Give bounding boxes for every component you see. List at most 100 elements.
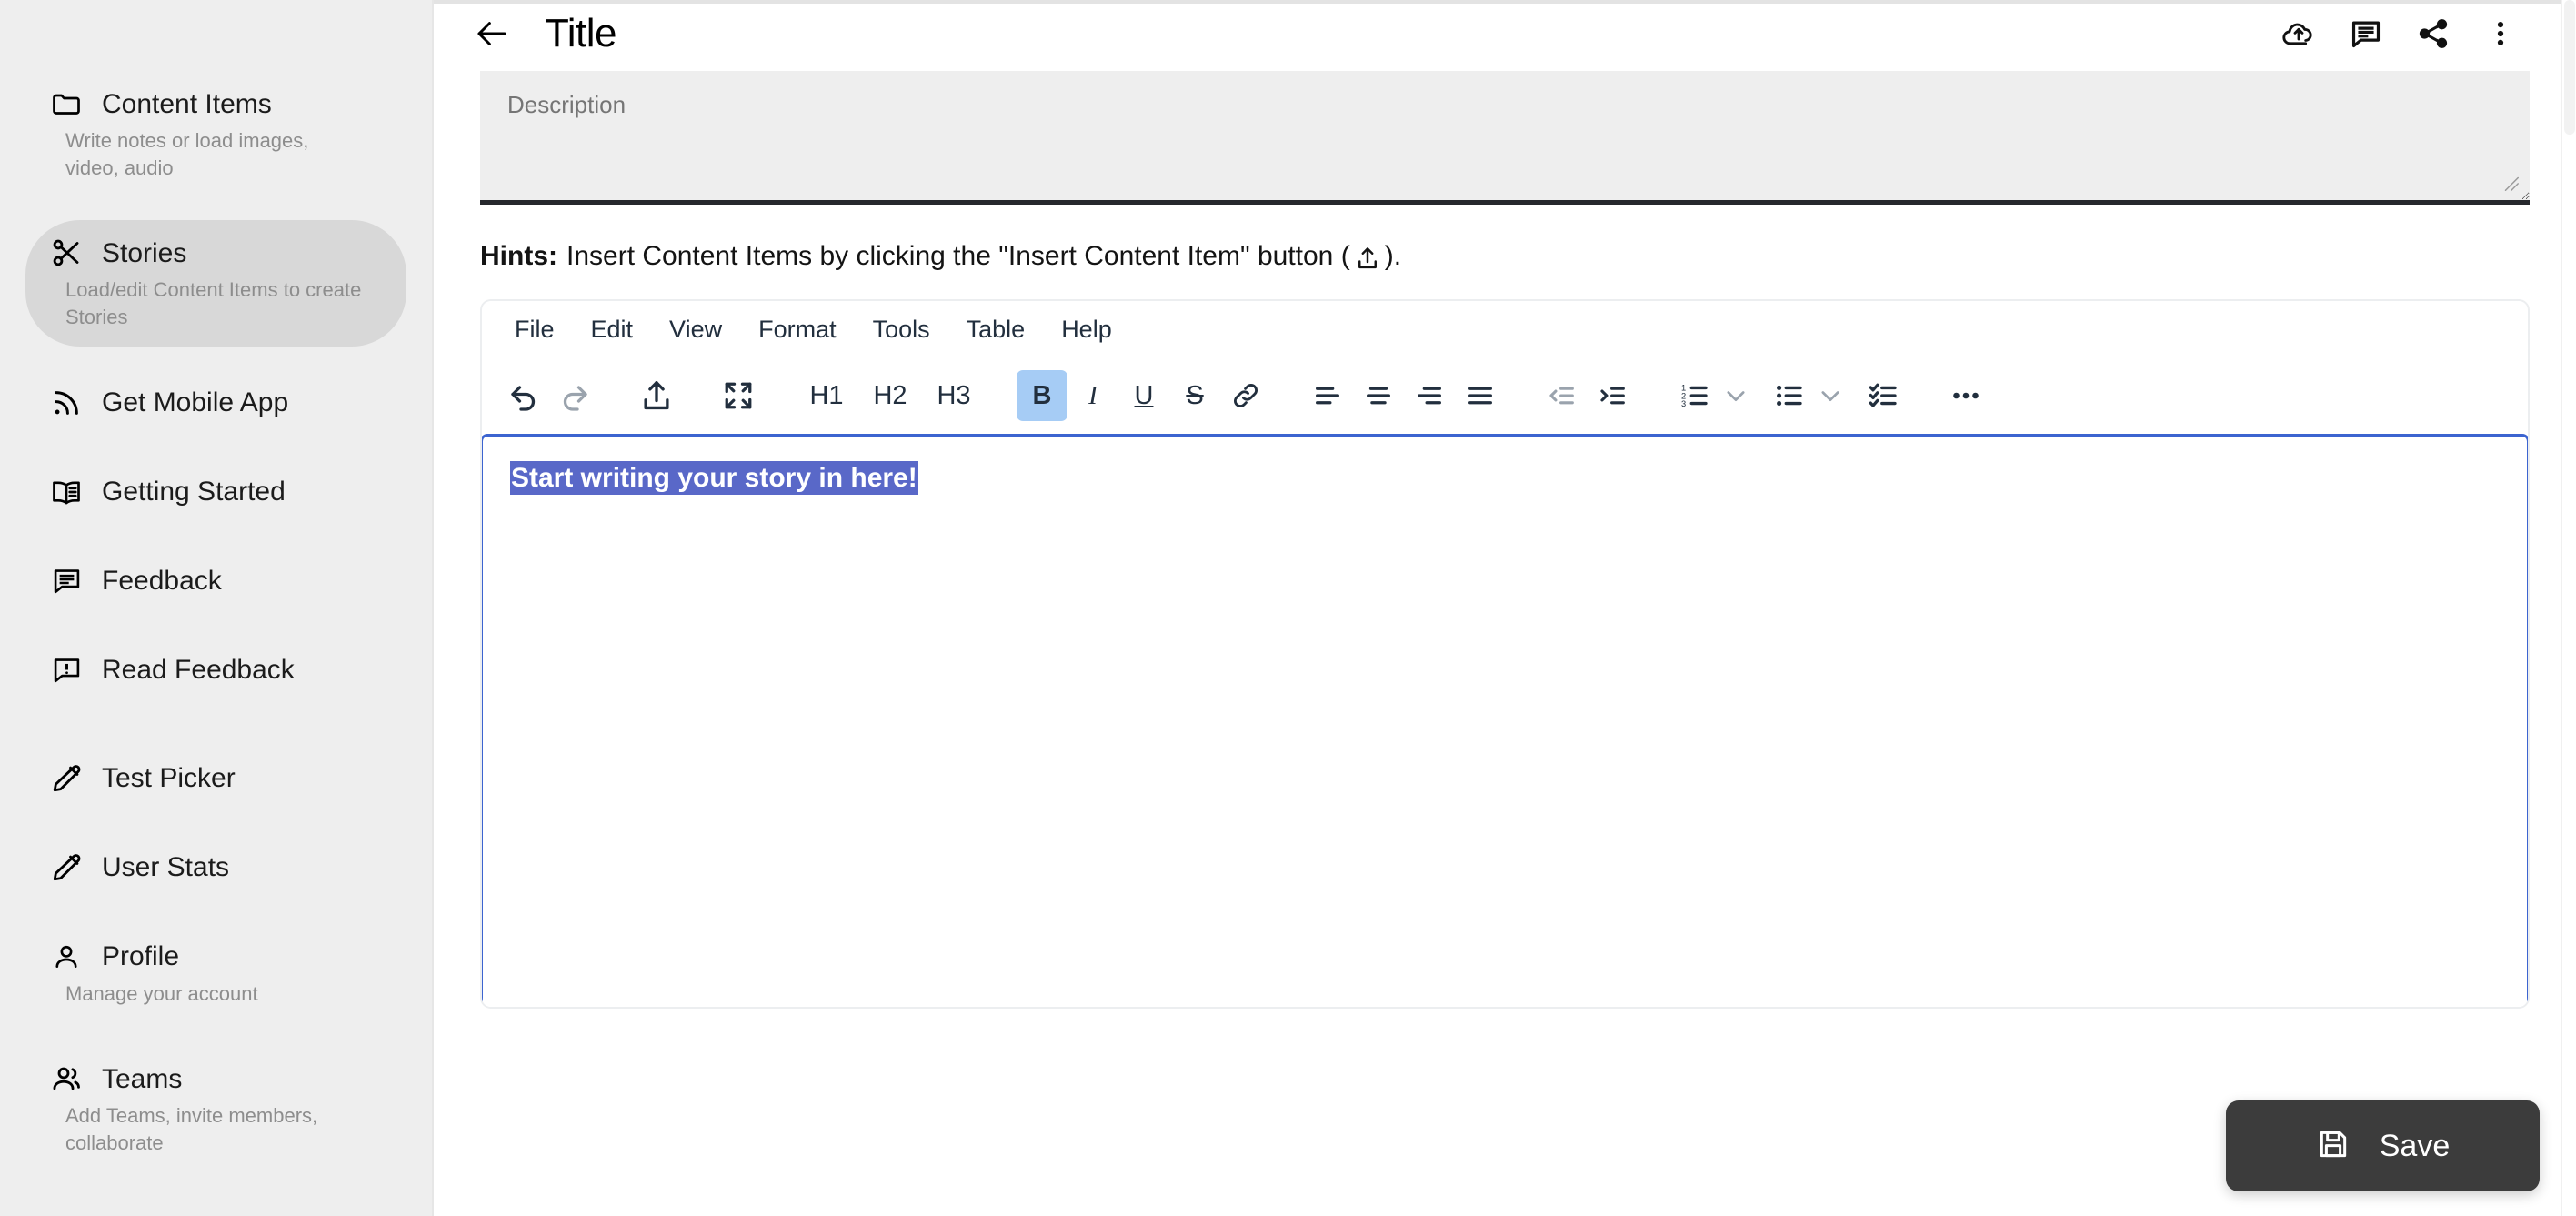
checklist-icon[interactable] [1859, 370, 1909, 421]
italic-button[interactable]: I [1067, 370, 1118, 421]
heading-3-button[interactable]: H3 [922, 370, 986, 421]
sidebar-item-header: Subscription [49, 1211, 383, 1216]
selected-text: Start writing your story in here! [510, 461, 918, 495]
menu-tools[interactable]: Tools [858, 310, 945, 349]
menu-table[interactable]: Table [952, 310, 1040, 349]
sidebar-item-sublabel: Write notes or load images, video, audio [65, 129, 309, 179]
sidebar-item-get-mobile-app[interactable]: Get Mobile App [25, 370, 406, 436]
align-left-icon[interactable] [1302, 370, 1353, 421]
description-input[interactable] [480, 71, 2530, 205]
underline-button[interactable]: U [1118, 370, 1169, 421]
undo-icon[interactable] [498, 370, 549, 421]
sidebar-item-subscription[interactable]: Subscription Choose the best plan for yo… [25, 1196, 406, 1216]
chevron-down-icon[interactable] [1815, 370, 1846, 421]
folder-icon [49, 86, 84, 121]
description-section [434, 66, 2576, 205]
sidebar-item-label: Content Items [102, 88, 272, 119]
hints-text-before: Insert Content Items by clicking the "In… [566, 241, 1350, 271]
align-justify-icon[interactable] [1455, 370, 1506, 421]
sidebar-item-header: Profile [49, 940, 383, 974]
numbered-list-icon[interactable]: 123 [1669, 370, 1720, 421]
heading-1-button[interactable]: H1 [795, 370, 858, 421]
editor-content-area[interactable]: Start writing your story in here! [482, 434, 2528, 1007]
sidebar-item-label: Feedback [102, 566, 222, 597]
strikethrough-label: S [1186, 380, 1204, 410]
outdent-icon[interactable] [1537, 370, 1588, 421]
indent-icon[interactable] [1588, 370, 1639, 421]
align-center-icon[interactable] [1353, 370, 1404, 421]
alert-comment-icon [49, 653, 84, 688]
floppy-disk-icon [2316, 1127, 2350, 1166]
save-label: Save [2379, 1129, 2451, 1163]
share-icon[interactable] [2412, 13, 2454, 55]
sidebar-item-header: Getting Started [49, 475, 383, 509]
vertical-scrollbar[interactable] [2561, 0, 2576, 1216]
sidebar-item-getting-started[interactable]: Getting Started [25, 459, 406, 525]
sidebar-item-teams[interactable]: Teams Add Teams, invite members, collabo… [25, 1046, 406, 1171]
sidebar-item-content-items[interactable]: Content Items Write notes or load images… [25, 71, 406, 196]
save-button[interactable]: Save [2226, 1100, 2540, 1191]
sidebar-item-user-stats[interactable]: User Stats [25, 835, 406, 900]
description-holder [480, 71, 2530, 205]
sidebar-item-header: Stories [49, 236, 383, 270]
sidebar-item-stories[interactable]: Stories Load/edit Content Items to creat… [25, 220, 406, 347]
person-icon [49, 940, 84, 974]
rss-icon [49, 386, 84, 420]
sidebar-item-header: User Stats [49, 850, 383, 885]
sidebar-item-sublabel: Add Teams, invite members, collaborate [65, 1104, 318, 1155]
bullet-list-icon[interactable] [1764, 370, 1815, 421]
bold-label: B [1032, 380, 1052, 410]
comment-icon[interactable] [2345, 13, 2387, 55]
align-right-icon[interactable] [1404, 370, 1455, 421]
sidebar-item-header: Content Items [49, 86, 383, 121]
menu-view[interactable]: View [655, 310, 737, 349]
strikethrough-button[interactable]: S [1169, 370, 1220, 421]
sidebar-item-profile[interactable]: Profile Manage your account [25, 924, 406, 1023]
insert-content-item-upload-icon[interactable] [631, 370, 682, 421]
heading-2-button[interactable]: H2 [858, 370, 922, 421]
menu-file[interactable]: File [500, 310, 569, 349]
sidebar-item-label: Profile [102, 941, 180, 972]
scrollbar-thumb[interactable] [2564, 0, 2575, 135]
menu-help[interactable]: Help [1047, 310, 1127, 349]
hints-row: Hints: Insert Content Items by clicking … [434, 205, 2576, 272]
menu-format[interactable]: Format [744, 310, 851, 349]
rich-text-editor: File Edit View Format Tools Table Help H… [480, 299, 2530, 1009]
sidebar-item-sublabel: Load/edit Content Items to create Storie… [65, 278, 362, 329]
sidebar-item-label: Teams [102, 1063, 183, 1094]
people-icon [49, 1211, 84, 1216]
editor-paragraph: Start writing your story in here! [510, 460, 2500, 496]
bold-button[interactable]: B [1017, 370, 1067, 421]
cloud-upload-icon[interactable] [2278, 13, 2320, 55]
sidebar-item-header: Teams [49, 1061, 383, 1096]
link-icon[interactable] [1220, 370, 1271, 421]
hints-prefix: Hints: [480, 241, 557, 271]
redo-icon[interactable] [549, 370, 600, 421]
people-icon [49, 1061, 84, 1096]
menu-edit[interactable]: Edit [576, 310, 648, 349]
sidebar-item-label: Test Picker [102, 763, 236, 794]
sidebar-item-label: User Stats [102, 852, 230, 883]
top-bar: Title [434, 0, 2576, 66]
sidebar-item-test-picker[interactable]: Test Picker [25, 746, 406, 811]
sidebar-item-feedback[interactable]: Feedback [25, 548, 406, 614]
back-arrow-icon[interactable] [466, 8, 517, 59]
sidebar-item-label: Getting Started [102, 477, 286, 508]
svg-text:3: 3 [1681, 399, 1686, 408]
page-title: Title [545, 10, 617, 55]
sidebar-item-read-feedback[interactable]: Read Feedback [25, 638, 406, 703]
chevron-down-icon[interactable] [1720, 370, 1751, 421]
scissors-icon [49, 236, 84, 270]
more-horizontal-icon[interactable] [1940, 370, 1991, 421]
pen-icon [49, 761, 84, 796]
more-vertical-icon[interactable] [2480, 13, 2521, 55]
book-icon [49, 475, 84, 509]
fullscreen-icon[interactable] [713, 370, 764, 421]
comment-icon [49, 564, 84, 598]
